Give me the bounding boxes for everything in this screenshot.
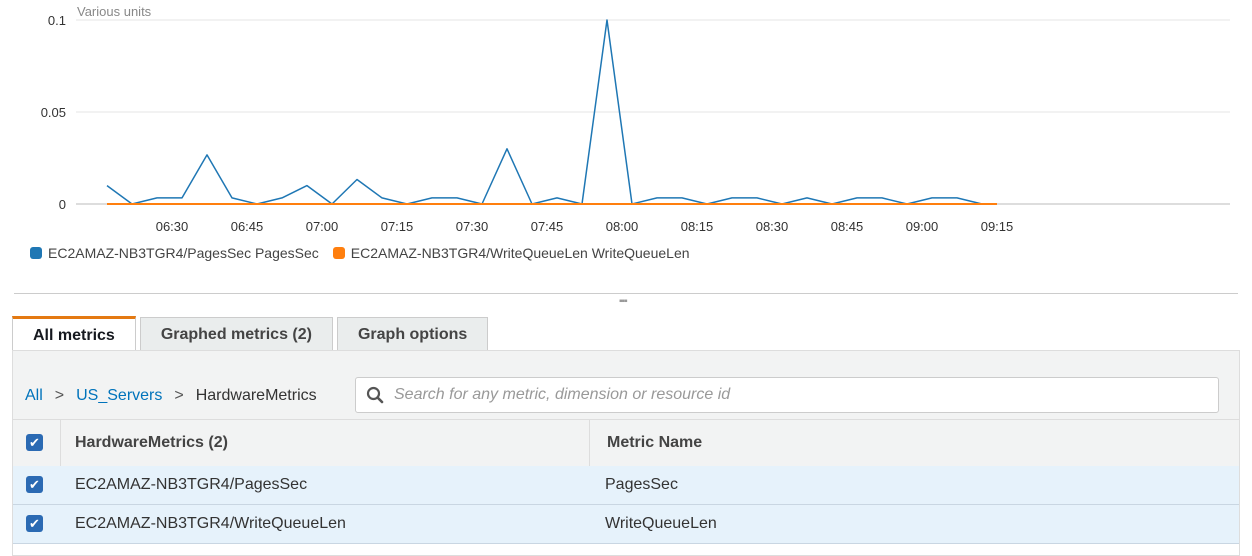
x-tick-label: 08:00 <box>606 219 639 234</box>
breadcrumb-namespace[interactable]: US_Servers <box>76 387 162 405</box>
tab-graph-options[interactable]: Graph options <box>336 317 489 351</box>
search-input[interactable] <box>392 385 1196 405</box>
x-tick-label: 07:15 <box>381 219 414 234</box>
breadcrumb-current: HardwareMetrics <box>195 387 317 404</box>
search-icon <box>366 386 384 404</box>
x-tick-label: 07:00 <box>306 219 339 234</box>
table-header: ✔ HardwareMetrics (2) Metric Name <box>13 419 1239 467</box>
chart-grid <box>76 19 1230 205</box>
x-axis-ticks: 06:30 06:45 07:00 07:15 07:30 07:45 08:00 08:15… <box>156 219 1014 234</box>
column-header-metric-name[interactable]: Metric Name <box>607 420 702 466</box>
metrics-tabs: All metrics Graphed metrics (2) Graph op… <box>12 316 489 352</box>
metrics-line-chart: Various units 0.1 0.05 0 06:30 06:45 07:00 07… <box>41 4 1230 234</box>
panel-divider <box>14 293 1238 294</box>
legend-swatch <box>30 247 42 259</box>
y-axis-unit-label: Various units <box>77 4 152 19</box>
breadcrumb-bar: All > US_Servers > HardwareMetrics <box>13 351 1239 419</box>
row-metric-name: PagesSec <box>605 476 678 493</box>
x-tick-label: 08:30 <box>756 219 789 234</box>
chart-legend: EC2AMAZ-NB3TGR4/PagesSec PagesSec EC2AMA… <box>30 245 690 261</box>
x-tick-label: 06:45 <box>231 219 264 234</box>
column-divider <box>60 420 61 466</box>
tab-graphed-metrics[interactable]: Graphed metrics (2) <box>139 317 333 351</box>
legend-label: EC2AMAZ-NB3TGR4/WriteQueueLen WriteQueue… <box>350 245 690 261</box>
select-all-checkbox[interactable]: ✔ <box>26 434 43 451</box>
column-divider <box>589 420 590 466</box>
all-metrics-panel: All > US_Servers > HardwareMetrics ✔ Har… <box>12 350 1240 556</box>
chevron-right-icon: > <box>54 387 65 404</box>
x-tick-label: 07:30 <box>456 219 489 234</box>
x-tick-label: 09:00 <box>906 219 939 234</box>
column-header-dimension[interactable]: HardwareMetrics (2) <box>75 420 228 466</box>
legend-item-pagessec[interactable]: EC2AMAZ-NB3TGR4/PagesSec PagesSec <box>30 245 319 261</box>
y-axis-ticks: 0.1 0.05 0 <box>41 13 66 212</box>
tab-all-metrics[interactable]: All metrics <box>12 316 136 352</box>
legend-item-writequeuelen[interactable]: EC2AMAZ-NB3TGR4/WriteQueueLen WriteQueue… <box>332 245 690 261</box>
row-dimension: EC2AMAZ-NB3TGR4/PagesSec <box>75 476 308 493</box>
breadcrumb: All > US_Servers > HardwareMetrics <box>25 387 317 405</box>
legend-swatch <box>332 247 345 259</box>
row-checkbox[interactable]: ✔ <box>26 476 43 493</box>
row-metric-name: WriteQueueLen <box>605 515 717 532</box>
x-tick-label: 06:30 <box>156 219 189 234</box>
row-checkbox[interactable]: ✔ <box>26 515 43 532</box>
y-tick-label: 0 <box>59 197 66 212</box>
legend-label: EC2AMAZ-NB3TGR4/PagesSec PagesSec <box>48 245 319 261</box>
breadcrumb-all[interactable]: All <box>25 387 43 405</box>
y-tick-label: 0.1 <box>48 13 66 28</box>
search-box <box>355 377 1219 413</box>
table-row[interactable]: ✔ EC2AMAZ-NB3TGR4/PagesSec PagesSec <box>13 466 1239 505</box>
y-tick-label: 0.05 <box>41 105 66 120</box>
resize-grip-icon[interactable]: ▪▪▪ <box>619 297 628 307</box>
x-tick-label: 07:45 <box>531 219 564 234</box>
chevron-right-icon: > <box>174 387 184 404</box>
x-tick-label: 08:15 <box>681 219 714 234</box>
x-tick-label: 08:45 <box>831 219 864 234</box>
x-tick-label: 09:15 <box>981 219 1014 234</box>
table-row[interactable]: ✔ EC2AMAZ-NB3TGR4/WriteQueueLen WriteQue… <box>13 505 1239 544</box>
row-dimension: EC2AMAZ-NB3TGR4/WriteQueueLen <box>75 515 346 532</box>
